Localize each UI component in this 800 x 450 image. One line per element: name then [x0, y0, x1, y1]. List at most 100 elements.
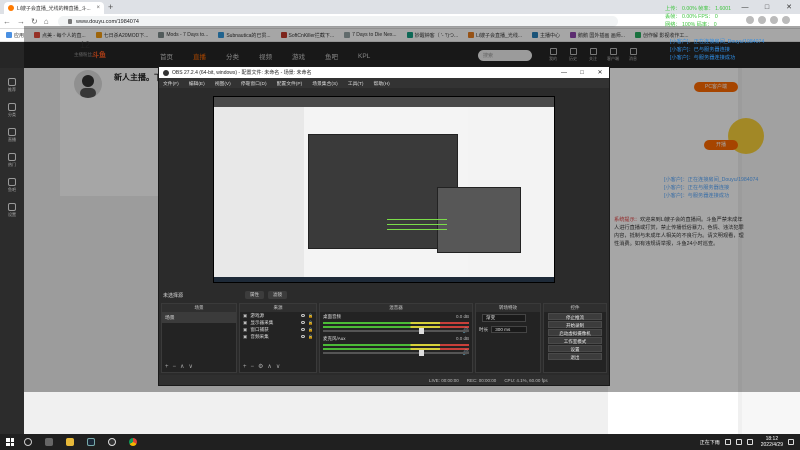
- forward-icon[interactable]: →: [17, 17, 25, 26]
- remove-scene-icon[interactable]: −: [173, 364, 177, 370]
- lock-icon[interactable]: 🔒: [308, 320, 313, 325]
- sidebar-item[interactable]: 直播: [0, 128, 24, 143]
- sidebar-icon: [8, 78, 16, 86]
- source-item[interactable]: ▣ 窗口捕获 🔒: [240, 326, 316, 333]
- control-button[interactable]: 启动虚拟摄像机: [548, 329, 602, 336]
- extension-icon[interactable]: [746, 16, 754, 24]
- lock-icon[interactable]: 🔒: [308, 313, 313, 318]
- obs-menu-item[interactable]: 编辑(E): [189, 80, 205, 87]
- filters-button[interactable]: 滤镜: [268, 291, 287, 299]
- track-name: 麦克风/Aux: [323, 336, 346, 341]
- source-item[interactable]: ▣ 显示器采集 🔒: [240, 319, 316, 326]
- preview-buttons: 属性 滤镜: [245, 291, 291, 299]
- reload-icon[interactable]: ↻: [31, 17, 38, 26]
- back-icon[interactable]: ←: [3, 17, 11, 26]
- mixer-header: 混音器: [320, 304, 472, 312]
- recursive-obs-2: [437, 187, 521, 253]
- clock[interactable]: 18:12 2022/4/29: [761, 436, 783, 448]
- source-settings-icon[interactable]: ⚙: [258, 364, 263, 370]
- scene-item[interactable]: 场景: [162, 312, 236, 323]
- close-window-icon[interactable]: ✕: [778, 3, 800, 11]
- sidebar-item[interactable]: 设置: [0, 203, 24, 218]
- volume-slider-handle[interactable]: [419, 350, 424, 356]
- sidebar-item[interactable]: 推荐: [0, 78, 24, 93]
- extension-icon[interactable]: [758, 16, 766, 24]
- obs-window: OBS 27.2.4 (64-bit, windows) - 配置文件: 未命名…: [158, 66, 610, 386]
- obs-menu-item[interactable]: 视图(V): [215, 80, 231, 87]
- properties-button[interactable]: 属性: [245, 291, 264, 299]
- obs-menu-item[interactable]: 工具(T): [348, 80, 364, 87]
- close-tab-icon[interactable]: ×: [96, 5, 100, 11]
- visibility-eye-icon[interactable]: [301, 321, 306, 324]
- source-label: 窗口捕获: [250, 326, 269, 332]
- profile-icon[interactable]: [770, 16, 778, 24]
- bookmark-item[interactable]: 应用: [6, 32, 24, 39]
- control-button[interactable]: 开始录制: [548, 321, 602, 328]
- add-scene-icon[interactable]: +: [165, 364, 169, 370]
- sidebar-item[interactable]: 分类: [0, 103, 24, 118]
- volume-slider[interactable]: [323, 350, 469, 356]
- home-icon[interactable]: ⌂: [44, 17, 49, 26]
- volume-slider-handle[interactable]: [419, 328, 424, 334]
- windows-start-icon[interactable]: [6, 438, 14, 446]
- volume-slider[interactable]: [323, 328, 469, 334]
- obs-menu-item[interactable]: 配置文件(P): [277, 80, 303, 87]
- obs-menu-item[interactable]: 场景集合(S): [312, 80, 338, 87]
- visibility-eye-icon[interactable]: [301, 335, 306, 338]
- transition-select[interactable]: 渐变: [482, 314, 526, 322]
- visibility-eye-icon[interactable]: [301, 314, 306, 317]
- minimize-icon[interactable]: —: [734, 4, 756, 11]
- sidebar-item[interactable]: 热门: [0, 153, 24, 168]
- sidebar-label: 直播: [8, 137, 16, 142]
- source-item[interactable]: ▣ 音频采集 🔒: [240, 333, 316, 340]
- move-up-icon[interactable]: ∧: [180, 364, 184, 370]
- sidebar-icon: [8, 178, 16, 186]
- obs-taskbar-icon[interactable]: [108, 438, 116, 446]
- duration-input[interactable]: 300 ms: [491, 326, 528, 333]
- visibility-eye-icon[interactable]: [301, 328, 306, 331]
- control-button[interactable]: 停止推流: [548, 313, 602, 320]
- minimize-icon[interactable]: —: [555, 70, 573, 76]
- network-icon[interactable]: [735, 439, 742, 445]
- move-down-icon[interactable]: ∨: [188, 364, 192, 370]
- maximize-icon[interactable]: □: [756, 4, 778, 11]
- chrome-icon[interactable]: [129, 438, 137, 446]
- bookmark-label: 应用: [14, 32, 25, 39]
- control-button[interactable]: 工作室模式: [548, 337, 602, 344]
- volume-icon[interactable]: [746, 439, 753, 445]
- lock-icon[interactable]: 🔒: [308, 327, 313, 332]
- volume-meter: [323, 322, 469, 324]
- menu-icon[interactable]: [782, 16, 790, 24]
- sidebar-label: 推荐: [8, 87, 16, 92]
- sidebar-item[interactable]: 鱼吧: [0, 178, 24, 193]
- control-button[interactable]: 退出: [548, 353, 602, 360]
- log-row: [小客户]：与服务器连接成功: [670, 55, 736, 61]
- add-source-icon[interactable]: +: [243, 364, 247, 370]
- mixer-track: 麦克风/Aux0.0 dB🔊: [320, 334, 472, 356]
- audio-mixer-dock: 混音器 桌面音频0.0 dB🔊麦克风/Aux0.0 dB🔊: [319, 303, 473, 373]
- obs-logo-icon: [163, 69, 169, 76]
- notifications-icon[interactable]: [788, 439, 794, 445]
- search-icon[interactable]: [24, 438, 32, 446]
- obs-menu-item[interactable]: 帮助(H): [374, 80, 390, 87]
- lock-icon[interactable]: 🔒: [308, 334, 313, 339]
- file-explorer-icon[interactable]: [66, 438, 74, 446]
- remove-source-icon[interactable]: −: [251, 364, 255, 370]
- obs-menu-item[interactable]: 停靠窗口(D): [241, 80, 267, 87]
- source-item[interactable]: ▣ 游戏源 🔒: [240, 312, 316, 319]
- task-view-icon[interactable]: [45, 438, 53, 446]
- transitions-header: 转场特效: [476, 304, 540, 312]
- obs-titlebar: OBS 27.2.4 (64-bit, windows) - 配置文件: 未命名…: [159, 67, 609, 78]
- close-icon[interactable]: ✕: [591, 69, 609, 76]
- new-tab-icon[interactable]: +: [108, 2, 113, 12]
- move-up-icon[interactable]: ∧: [267, 364, 271, 370]
- tray-icon[interactable]: [724, 439, 731, 445]
- control-button[interactable]: 设置: [548, 345, 602, 352]
- browser-tab[interactable]: Li嫂子会直播_光线的精直播_斗... ×: [4, 2, 104, 14]
- obs-menu-item[interactable]: 文件(F): [163, 80, 179, 87]
- mixer-track: 桌面音频0.0 dB🔊: [320, 312, 472, 334]
- steam-icon[interactable]: [87, 438, 95, 446]
- move-down-icon[interactable]: ∨: [276, 364, 280, 370]
- obs-preview[interactable]: [213, 96, 555, 283]
- maximize-icon[interactable]: □: [573, 70, 591, 76]
